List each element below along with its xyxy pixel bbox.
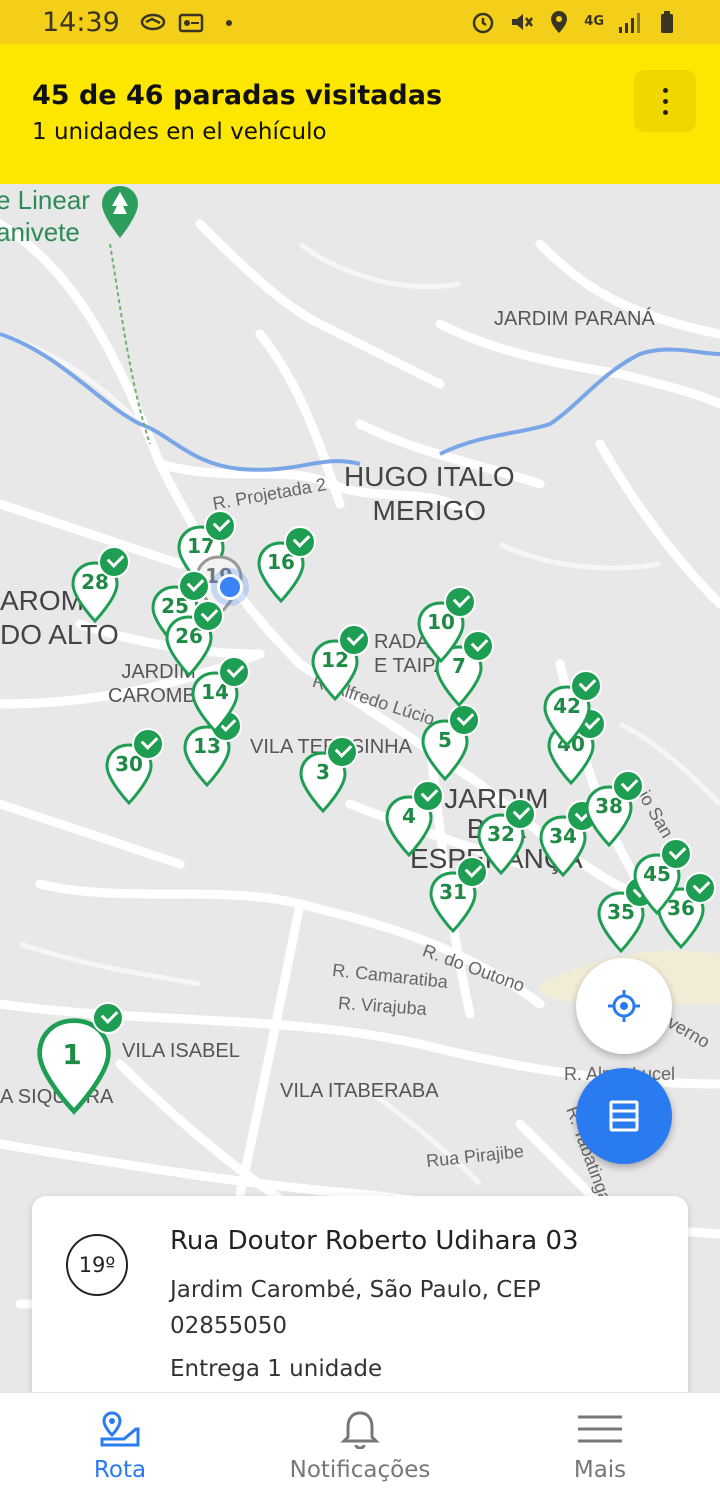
check-icon	[660, 838, 692, 870]
check-icon	[218, 656, 250, 688]
my-location-icon	[608, 990, 640, 1022]
check-icon	[178, 570, 210, 602]
signal-icon	[619, 13, 640, 33]
check-icon	[444, 586, 476, 618]
stop-pin-32[interactable]: 32	[476, 798, 536, 876]
more-options-button[interactable]	[634, 70, 696, 132]
stop-pin-16[interactable]: 16	[256, 526, 316, 604]
check-icon	[326, 736, 358, 768]
nav-label-rota: Rota	[93, 1457, 147, 1483]
nav-tab-mais[interactable]: Mais	[480, 1393, 720, 1504]
stops-visited-title: 45 de 46 paradas visitadas	[32, 80, 443, 111]
current-location-dot	[217, 574, 243, 600]
dot-icon	[225, 20, 232, 26]
stop-street: Rua Doutor Roberto Udihara 03	[170, 1226, 579, 1256]
more-vert-icon	[662, 87, 668, 93]
map-label-hugo-italo: HUGO ITALO MERIGO	[344, 461, 515, 526]
stop-address: Jardim Carombé, São Paulo, CEP 02855050	[170, 1277, 541, 1339]
stop-pin-28[interactable]: 28	[70, 546, 130, 624]
check-icon	[338, 624, 370, 656]
nav-tab-rota[interactable]: Rota	[0, 1393, 240, 1504]
nav-label-notificacoes: Notificações	[289, 1457, 431, 1483]
check-icon	[684, 872, 716, 904]
units-in-vehicle: 1 unidades en el vehículo	[32, 119, 327, 145]
stop-pin-30[interactable]: 30	[104, 728, 164, 806]
map-label-vila-isabel: VILA ISABEL	[122, 1040, 240, 1062]
stop-pin-12[interactable]: 12	[310, 624, 370, 702]
check-icon	[448, 704, 480, 736]
stop-pin-3[interactable]: 3	[298, 736, 358, 814]
stop-pin-42[interactable]: 42	[542, 670, 602, 748]
status-time: 14:39	[42, 6, 120, 38]
stop-pin-1[interactable]: 1	[34, 1002, 124, 1116]
nav-tab-notificacoes[interactable]: Notificações	[240, 1393, 480, 1504]
key-card-icon	[178, 13, 204, 33]
stop-pin-31[interactable]: 31	[428, 856, 488, 934]
park-pin-icon	[102, 186, 138, 238]
handshake-icon	[140, 13, 166, 31]
check-icon	[92, 1002, 124, 1034]
alarm-icon	[473, 12, 494, 34]
check-icon	[98, 546, 130, 578]
battery-icon	[661, 11, 673, 33]
network-type: 4G	[584, 14, 604, 29]
stop-pin-38[interactable]: 38	[584, 770, 644, 848]
location-icon	[551, 11, 568, 33]
menu-icon	[578, 1415, 622, 1443]
map-label-park: e Linear anivete	[0, 185, 90, 247]
stop-pin-14[interactable]: 14	[190, 656, 250, 734]
bottom-navigation: Rota Notificações Mais	[0, 1392, 720, 1504]
stop-pin-4[interactable]: 4	[384, 780, 444, 858]
check-icon	[192, 600, 224, 632]
stop-pin-10[interactable]: 10	[416, 586, 476, 664]
check-icon	[612, 770, 644, 802]
check-icon	[570, 670, 602, 702]
current-stop-card[interactable]: 19º Rua Doutor Roberto Udihara 03 Jardim…	[32, 1196, 688, 1416]
nav-label-mais: Mais	[573, 1457, 627, 1483]
my-location-button[interactable]	[576, 958, 672, 1054]
stop-units: Entrega 1 unidade	[170, 1356, 383, 1382]
bell-icon	[340, 1411, 380, 1449]
stop-list-button[interactable]	[576, 1068, 672, 1164]
mute-icon	[512, 14, 534, 30]
stop-number-badge: 19º	[66, 1234, 128, 1296]
map-label-vila-itaberaba: VILA ITABERABA	[280, 1080, 439, 1102]
stop-pin-26[interactable]: 26	[164, 600, 224, 678]
check-icon	[284, 526, 316, 558]
stop-pin-number: 1	[62, 1038, 82, 1071]
check-icon	[462, 630, 494, 662]
stop-pin-5[interactable]: 5	[420, 704, 480, 782]
list-icon	[609, 1100, 639, 1132]
check-icon	[204, 510, 236, 542]
stop-pin-45[interactable]: 45	[632, 838, 692, 916]
check-icon	[412, 780, 444, 812]
route-progress-header: 45 de 46 paradas visitadas 1 unidades en…	[0, 44, 720, 184]
status-bar: 14:39 4G	[0, 0, 720, 44]
check-icon	[504, 798, 536, 830]
stop-pin-34[interactable]: 34	[538, 800, 598, 878]
map-label-jardim-parana: JARDIM PARANÁ	[494, 308, 655, 330]
route-map-icon	[100, 1411, 140, 1447]
check-icon	[132, 728, 164, 760]
